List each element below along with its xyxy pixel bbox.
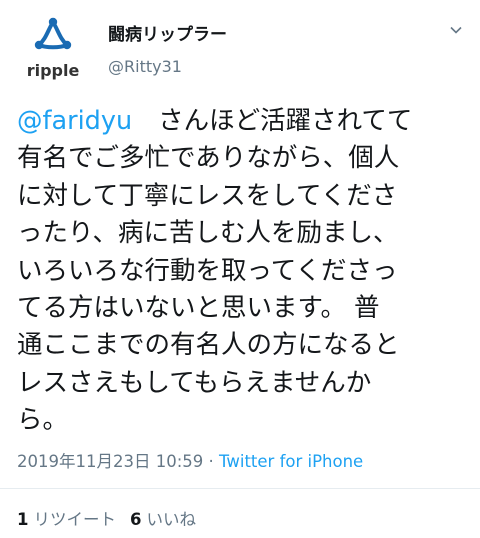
tweet-line: 有名でご多忙でありながら、個人 [17, 143, 400, 174]
likes-stat[interactable]: 6 いいね [130, 510, 196, 529]
tweet-line: @faridyu さんほど活躍されてて [17, 103, 469, 140]
chevron-down-icon[interactable] [448, 22, 464, 38]
tweet-line: に対して丁寧にレスをしてくださ [17, 180, 398, 211]
retweets-stat[interactable]: 1 リツイート [17, 510, 116, 529]
mention-link[interactable]: @faridyu [17, 106, 132, 136]
user-handle[interactable]: @Ritty31 [108, 57, 182, 76]
tweet-line: ったり、病に苦しむ人を励まし、 [17, 218, 399, 249]
display-name[interactable]: 闘病リップラー [108, 20, 227, 45]
tweet-line: てる方はいないと思います。 普 [17, 293, 380, 324]
tweet-line: レスさえもしてもらえませんか [17, 367, 372, 398]
avatar-logo-text: ripple [27, 61, 80, 80]
divider [0, 488, 480, 489]
tweet-stats: 1 リツイート 6 いいね [17, 506, 196, 530]
tweet-line-text: さんほど活躍されてて [158, 106, 413, 136]
likes-label: いいね [146, 510, 196, 529]
meta-separator: · [203, 452, 220, 471]
timestamp[interactable]: 2019年11月23日 10:59 [17, 452, 203, 471]
tweet-meta: 2019年11月23日 10:59 · Twitter for iPhone [17, 448, 363, 472]
likes-count: 6 [129, 510, 142, 529]
tweet-card: ripple 闘病リップラー @Ritty31 @faridyu さんほど活躍され… [0, 0, 480, 538]
retweets-count: 1 [17, 510, 29, 529]
avatar[interactable]: ripple [18, 12, 88, 82]
tweet-text: @faridyu さんほど活躍されてて 有名でご多忙でありながら、個人 に対して丁… [17, 103, 469, 440]
ripple-logo-icon [34, 17, 72, 50]
tweet-line: ら。 [17, 405, 69, 436]
tweet-line: いろいろな行動を取ってくださっ [17, 255, 398, 286]
retweets-label: リツイート [33, 510, 116, 529]
tweet-line: 通ここまでの有名人の方になると [17, 330, 400, 361]
source-link[interactable]: Twitter for iPhone [219, 452, 363, 471]
